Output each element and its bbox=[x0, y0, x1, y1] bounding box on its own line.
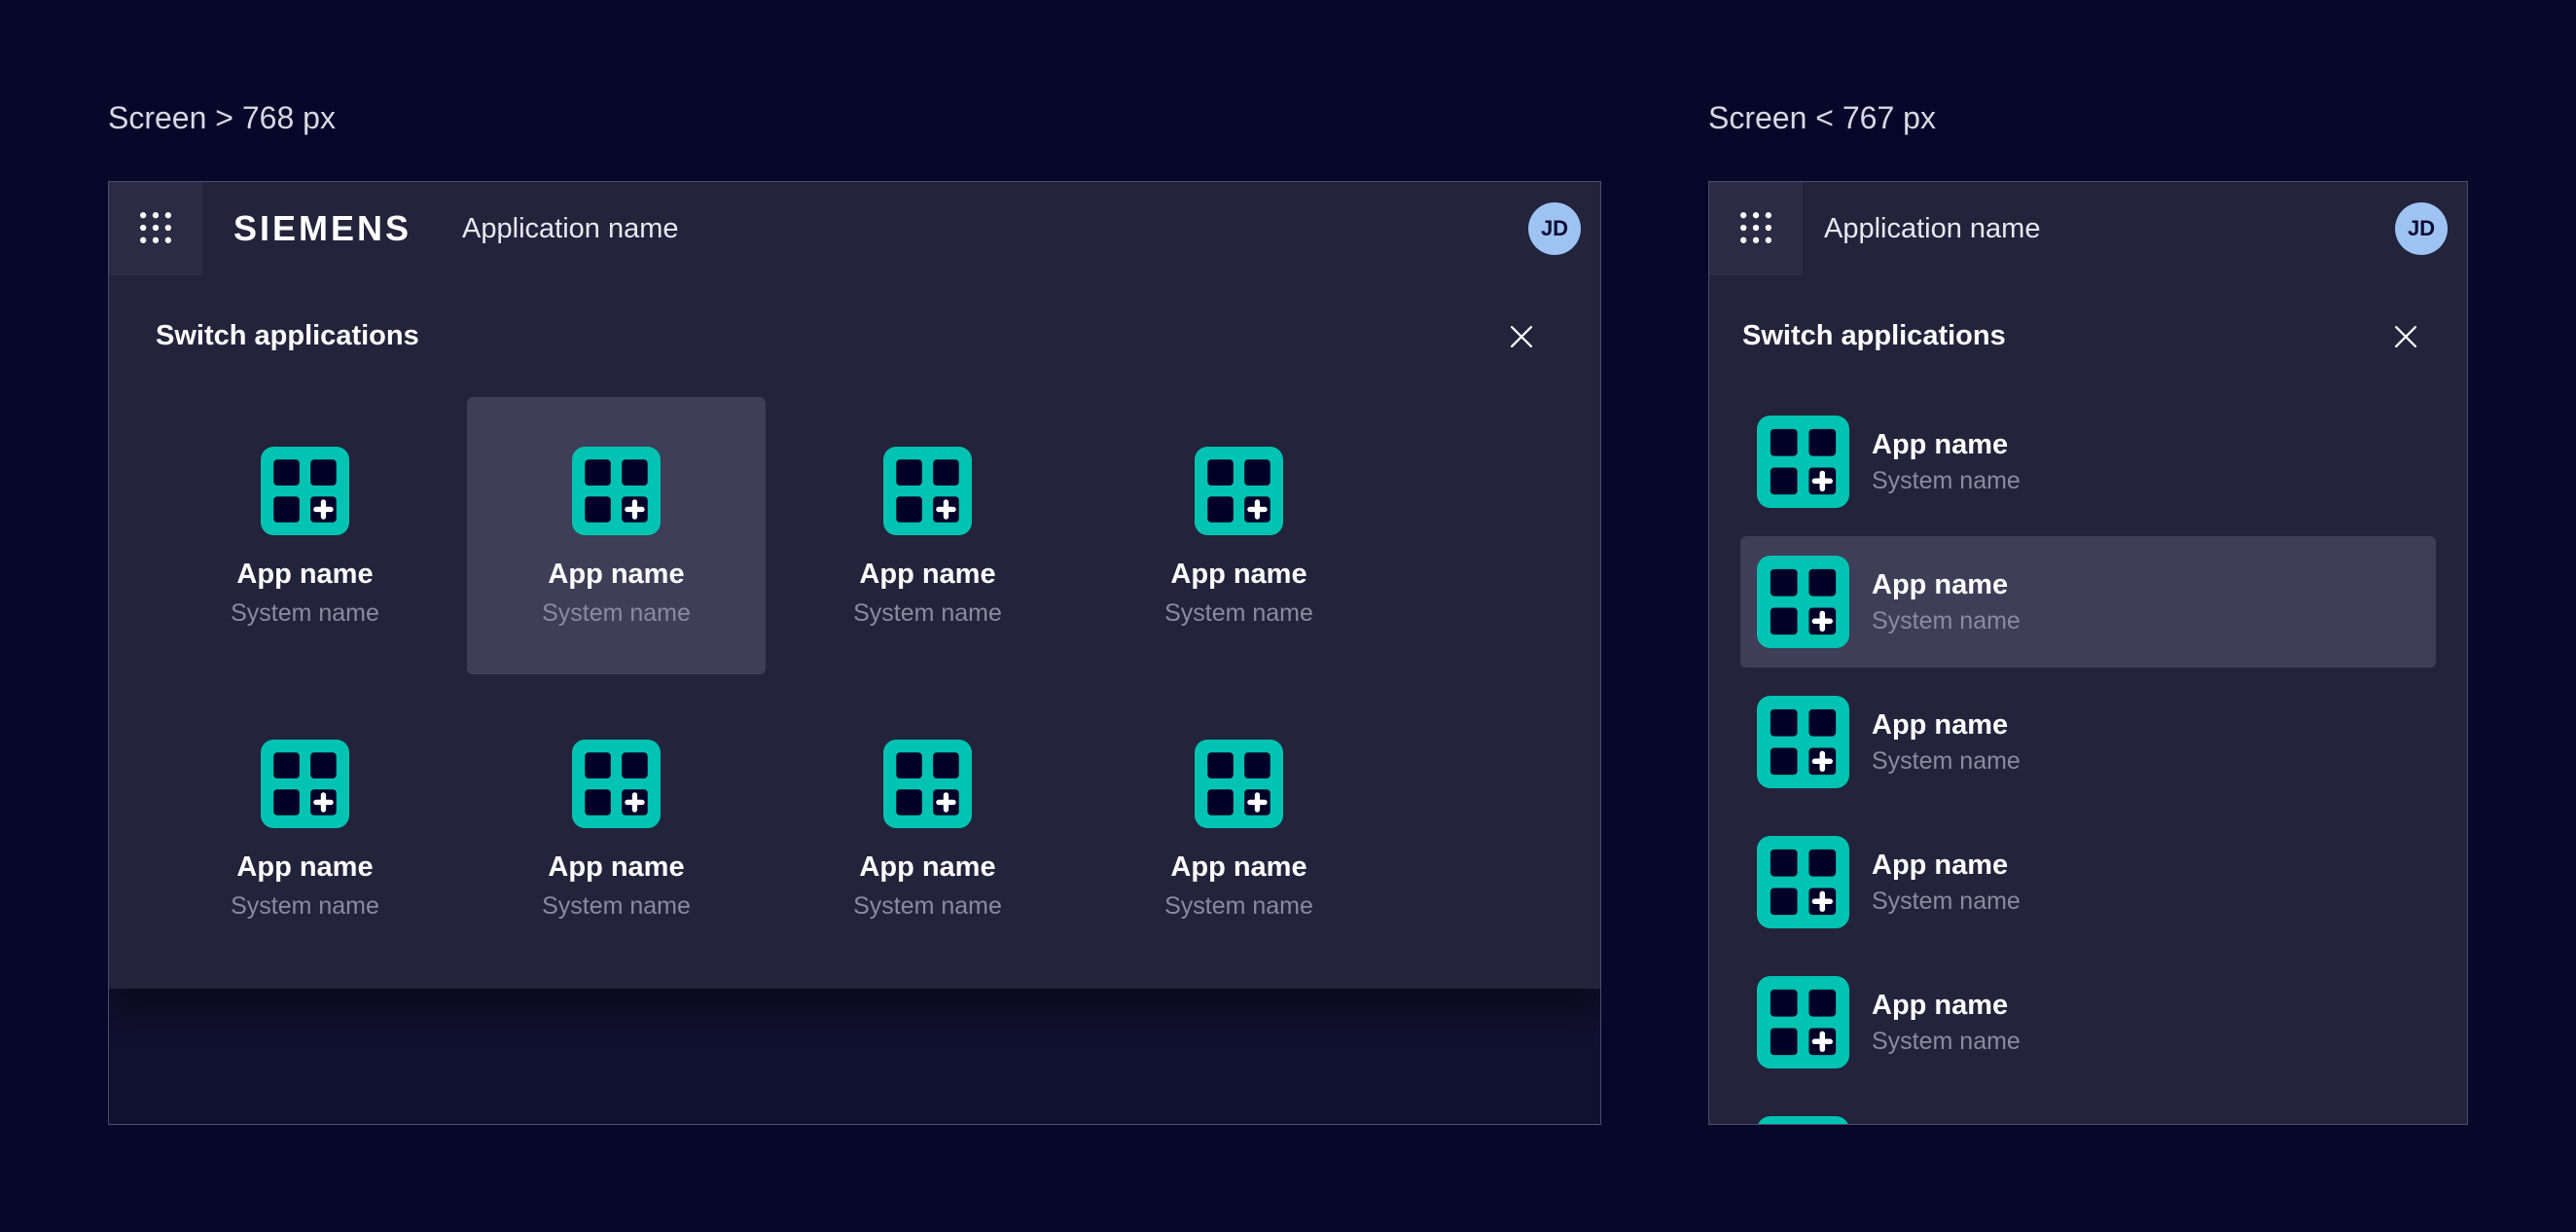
breakpoint-label-desktop: Screen > 768 px bbox=[108, 100, 336, 136]
overlay-title: Switch applications bbox=[156, 320, 419, 352]
app-tile-icon bbox=[1195, 447, 1283, 535]
app-tile[interactable]: App name System name bbox=[1090, 397, 1388, 674]
app-name: App name bbox=[1170, 852, 1306, 884]
breakpoint-label-mobile: Screen < 767 px bbox=[1708, 100, 1936, 136]
app-name: App name bbox=[548, 559, 684, 591]
app-name: App name bbox=[548, 852, 684, 884]
app-text-block: App name System name bbox=[1872, 429, 2021, 495]
app-list-item[interactable]: App name System name bbox=[1740, 1097, 2436, 1125]
application-name-title: Application name bbox=[1824, 213, 2040, 245]
app-tile[interactable]: App name System name bbox=[467, 397, 766, 674]
app-launcher-grid-icon bbox=[135, 207, 176, 251]
app-tile-icon bbox=[883, 740, 972, 828]
app-name: App name bbox=[859, 852, 995, 884]
app-tile[interactable]: App name System name bbox=[1090, 690, 1388, 967]
system-name: System name bbox=[1164, 892, 1313, 921]
app-tile-icon bbox=[1757, 836, 1849, 928]
app-tile-icon bbox=[1757, 696, 1849, 788]
app-name: App name bbox=[1872, 569, 2021, 601]
app-tile-icon bbox=[261, 740, 349, 828]
app-tile-icon bbox=[261, 447, 349, 535]
app-header-mobile: Application name JD bbox=[1709, 182, 2467, 275]
close-button[interactable] bbox=[1498, 314, 1545, 361]
switch-applications-overlay: Switch applications bbox=[109, 275, 1600, 989]
system-name: System name bbox=[1872, 747, 2021, 776]
app-list-item[interactable]: App name System name bbox=[1740, 957, 2436, 1088]
app-tile[interactable]: App name System name bbox=[156, 690, 454, 967]
system-name: System name bbox=[231, 599, 379, 628]
application-name-title: Application name bbox=[462, 213, 678, 245]
app-tile[interactable]: App name System name bbox=[778, 397, 1077, 674]
siemens-logo: SIEMENS bbox=[233, 208, 411, 249]
app-name: App name bbox=[1170, 559, 1306, 591]
close-icon bbox=[2389, 320, 2422, 356]
app-tile[interactable]: App name System name bbox=[156, 397, 454, 674]
app-name: App name bbox=[1872, 429, 2021, 461]
system-name: System name bbox=[231, 892, 379, 921]
app-tile-icon bbox=[1757, 416, 1849, 508]
app-name: App name bbox=[236, 852, 373, 884]
app-tile-icon bbox=[1757, 976, 1849, 1069]
app-text-block: App name System name bbox=[1872, 569, 2021, 635]
system-name: System name bbox=[542, 892, 691, 921]
app-switch-launcher-button[interactable] bbox=[1709, 182, 1803, 275]
system-name: System name bbox=[1872, 888, 2021, 916]
system-name: System name bbox=[542, 599, 691, 628]
close-button[interactable] bbox=[2382, 314, 2429, 361]
app-list-item[interactable]: App name System name bbox=[1740, 676, 2436, 808]
app-list-item[interactable]: App name System name bbox=[1740, 816, 2436, 948]
system-name: System name bbox=[1872, 467, 2021, 495]
system-name: System name bbox=[1872, 607, 2021, 635]
design-canvas: Screen > 768 px SIEMENS Application name… bbox=[0, 0, 2576, 1232]
app-grid: App name System name bbox=[156, 397, 1388, 967]
app-tile-icon bbox=[572, 447, 661, 535]
app-tile-icon bbox=[1195, 740, 1283, 828]
app-name: App name bbox=[859, 559, 995, 591]
app-tile-icon bbox=[572, 740, 661, 828]
app-tile-icon bbox=[883, 447, 972, 535]
system-name: System name bbox=[1872, 1028, 2021, 1056]
app-tile[interactable]: App name System name bbox=[778, 690, 1077, 967]
app-tile-icon bbox=[1757, 556, 1849, 648]
user-avatar[interactable]: JD bbox=[2395, 202, 2448, 255]
close-icon bbox=[1505, 320, 1538, 356]
app-text-block: App name System name bbox=[1872, 990, 2021, 1056]
app-window-mobile: Application name JD Switch applications bbox=[1708, 181, 2468, 1125]
app-list-item[interactable]: App name System name bbox=[1740, 536, 2436, 668]
app-window-desktop: SIEMENS Application name JD Switch appli… bbox=[108, 181, 1601, 1125]
app-header: SIEMENS Application name JD bbox=[109, 182, 1600, 275]
app-text-block: App name System name bbox=[1872, 709, 2021, 776]
system-name: System name bbox=[853, 599, 1002, 628]
app-list-item[interactable]: App name System name bbox=[1740, 396, 2436, 527]
overlay-title: Switch applications bbox=[1742, 320, 2006, 352]
system-name: System name bbox=[853, 892, 1002, 921]
app-name: App name bbox=[1872, 850, 2021, 882]
app-tile-icon bbox=[1757, 1116, 1849, 1125]
user-avatar[interactable]: JD bbox=[1528, 202, 1581, 255]
system-name: System name bbox=[1164, 599, 1313, 628]
app-launcher-grid-icon bbox=[1735, 207, 1776, 251]
switch-applications-overlay-mobile: Switch applications bbox=[1709, 275, 2467, 1124]
app-name: App name bbox=[1872, 709, 2021, 742]
app-name: App name bbox=[236, 559, 373, 591]
app-switch-launcher-button[interactable] bbox=[109, 182, 202, 275]
app-list: App name System name bbox=[1740, 396, 2436, 1125]
app-text-block: App name System name bbox=[1872, 850, 2021, 916]
app-tile[interactable]: App name System name bbox=[467, 690, 766, 967]
app-name: App name bbox=[1872, 990, 2021, 1022]
